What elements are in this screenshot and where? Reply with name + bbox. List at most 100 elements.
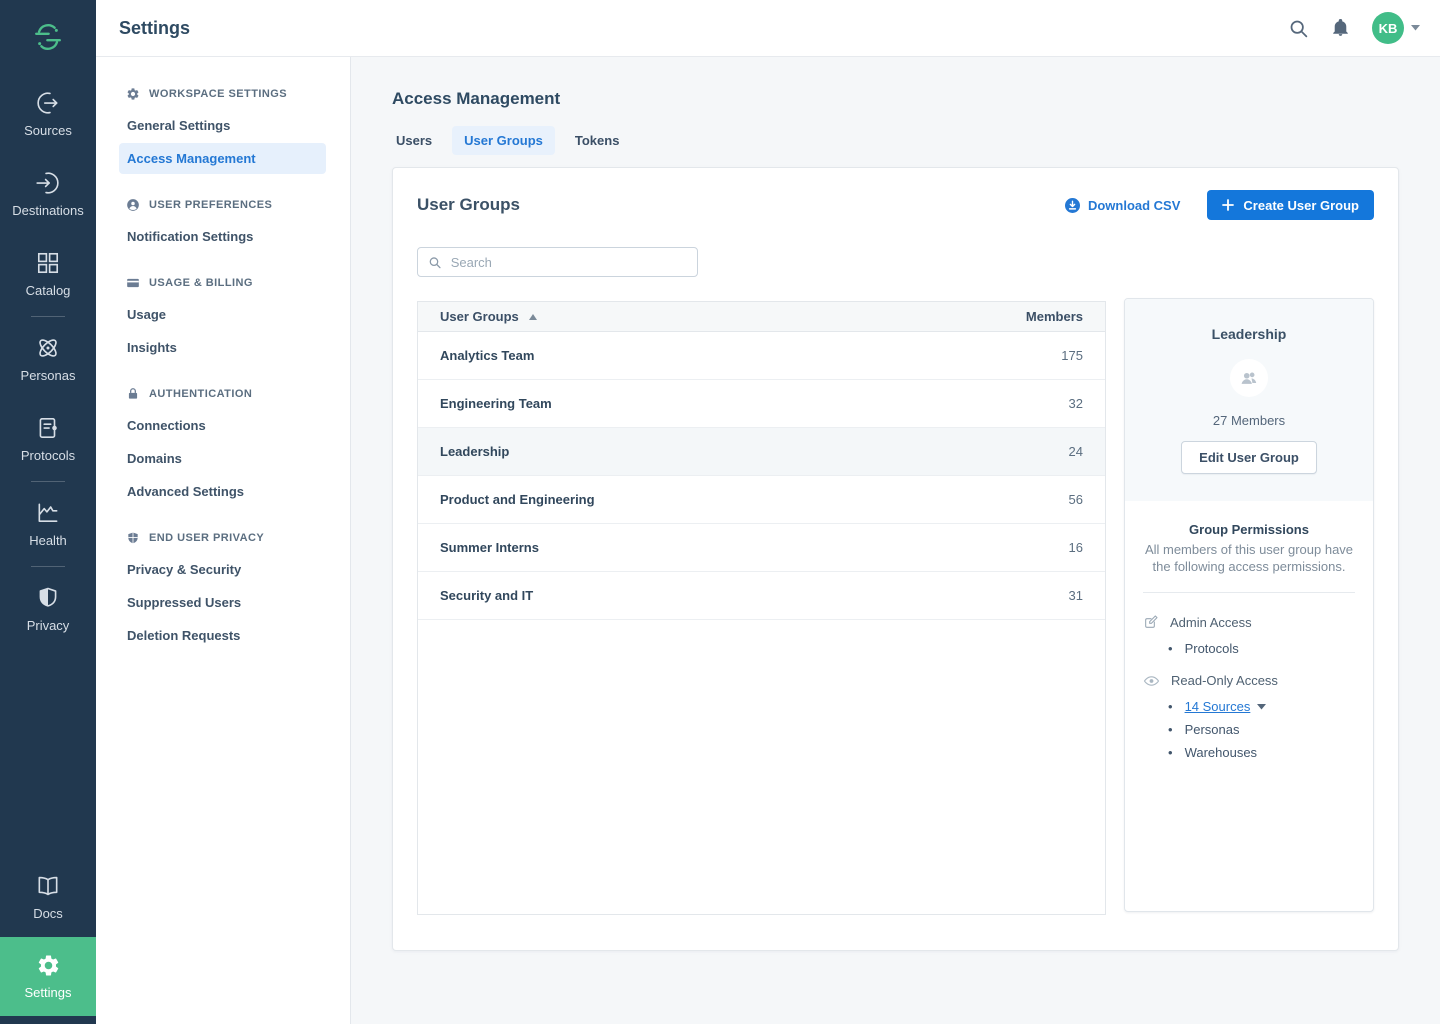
permissions-title: Group Permissions: [1143, 522, 1355, 537]
group-permissions: Group Permissions All members of this us…: [1125, 501, 1373, 798]
rail-item-docs[interactable]: Docs: [0, 857, 96, 937]
table-row[interactable]: Engineering Team 32: [418, 380, 1105, 428]
tab-user-groups[interactable]: User Groups: [452, 126, 555, 155]
nav-section-header: END USER PRIVACY: [96, 525, 350, 551]
edit-icon: [1143, 614, 1159, 630]
nav-section-header: USER PREFERENCES: [96, 192, 350, 218]
rail-divider: [31, 566, 65, 567]
eye-icon: [1143, 674, 1160, 688]
chevron-down-icon[interactable]: [1257, 704, 1266, 710]
search-input[interactable]: [451, 255, 687, 270]
rail-item-label: Health: [29, 533, 67, 548]
card-header: User Groups Download CSV Create User Gro…: [393, 168, 1398, 234]
group-people-icon: [1239, 369, 1259, 387]
chevron-down-icon: [1411, 25, 1420, 31]
bell-icon: [1331, 18, 1350, 38]
column-header-members[interactable]: Members: [1026, 309, 1083, 324]
tab-users[interactable]: Users: [384, 126, 444, 155]
user-groups-table: User Groups Members Analytics Team 175 E…: [417, 301, 1106, 915]
rail-spacer: [0, 1016, 96, 1024]
notifications-button[interactable]: [1331, 18, 1350, 38]
rail-item-catalog[interactable]: Catalog: [0, 234, 96, 314]
segment-logo[interactable]: [0, 0, 96, 74]
column-header-user-groups[interactable]: User Groups: [440, 309, 537, 324]
sidebar-item-usage[interactable]: Usage: [119, 299, 326, 330]
search-button[interactable]: [1288, 18, 1309, 39]
rail-item-label: Destinations: [12, 203, 84, 218]
page-header-title: Settings: [119, 18, 190, 39]
table-row[interactable]: Analytics Team 175: [418, 332, 1105, 380]
rail-bottom: Docs Settings: [0, 857, 96, 1024]
permission-item: Warehouses: [1168, 741, 1355, 764]
topbar: Settings KB: [96, 0, 1440, 57]
read-only-access-label: Read-Only Access: [1171, 673, 1278, 688]
permission-item: 14 Sources: [1168, 695, 1355, 718]
nav-section-authentication: AUTHENTICATION Connections Domains Advan…: [96, 381, 350, 507]
sidebar-item-suppressed-users[interactable]: Suppressed Users: [119, 587, 326, 618]
rail-item-label: Settings: [25, 985, 72, 1000]
create-user-group-button[interactable]: Create User Group: [1207, 190, 1374, 220]
table-row-selected[interactable]: Leadership 24: [418, 428, 1105, 476]
rail-item-privacy[interactable]: Privacy: [0, 569, 96, 649]
download-csv-button[interactable]: Download CSV: [1065, 198, 1180, 213]
rail-item-settings[interactable]: Settings: [0, 937, 96, 1016]
avatar: KB: [1372, 12, 1404, 44]
settings-gear-icon: [36, 953, 61, 978]
sidebar-item-domains[interactable]: Domains: [119, 443, 326, 474]
group-name-cell: Security and IT: [440, 588, 533, 603]
tab-tokens[interactable]: Tokens: [563, 126, 632, 155]
admin-access-header: Admin Access: [1143, 614, 1355, 630]
members-count-cell: 31: [1069, 588, 1083, 603]
rail-item-personas[interactable]: Personas: [0, 319, 96, 399]
group-detail-panel: Leadership 27 Members Edit User Group Gr…: [1124, 298, 1374, 912]
rail-item-label: Docs: [33, 906, 63, 921]
table-column: User Groups Members Analytics Team 175 E…: [417, 234, 1106, 915]
edit-user-group-button[interactable]: Edit User Group: [1181, 441, 1317, 474]
person-circle-icon: [126, 198, 140, 212]
sidebar-item-access-management[interactable]: Access Management: [119, 143, 326, 174]
user-menu[interactable]: KB: [1372, 12, 1420, 44]
settings-sidebar: WORKSPACE SETTINGS General Settings Acce…: [96, 57, 351, 1024]
sidebar-item-notification-settings[interactable]: Notification Settings: [119, 221, 326, 252]
rail-item-label: Protocols: [21, 448, 75, 463]
table-row[interactable]: Summer Interns 16: [418, 524, 1105, 572]
rail-divider: [31, 316, 65, 317]
gear-icon: [126, 87, 140, 101]
nav-section-title: AUTHENTICATION: [149, 388, 252, 400]
protocols-icon: [35, 415, 61, 441]
nav-section-title: USAGE & BILLING: [149, 277, 253, 289]
sources-expand-link[interactable]: 14 Sources: [1185, 699, 1251, 714]
members-count-cell: 175: [1061, 348, 1083, 363]
nav-section-end-user-privacy: END USER PRIVACY Privacy & Security Supp…: [96, 525, 350, 651]
privacy-shield-icon: [35, 585, 61, 611]
table-header-row: User Groups Members: [418, 302, 1105, 332]
table-row[interactable]: Product and Engineering 56: [418, 476, 1105, 524]
table-row[interactable]: Security and IT 31: [418, 572, 1105, 620]
card-header-actions: Download CSV Create User Group: [1065, 190, 1374, 220]
rail-item-label: Personas: [21, 368, 76, 383]
rail-divider: [31, 481, 65, 482]
rail-item-health[interactable]: Health: [0, 484, 96, 564]
tabs: Users User Groups Tokens: [384, 126, 1440, 155]
segment-logo-icon: [33, 22, 63, 52]
lock-icon: [126, 387, 140, 401]
nav-section-header: AUTHENTICATION: [96, 381, 350, 407]
search-icon: [428, 255, 442, 270]
members-count-cell: 16: [1069, 540, 1083, 555]
nav-section-workspace-settings: WORKSPACE SETTINGS General Settings Acce…: [96, 81, 350, 174]
rail-item-sources[interactable]: Sources: [0, 74, 96, 154]
credit-card-icon: [126, 276, 140, 290]
nav-section-title: WORKSPACE SETTINGS: [149, 88, 287, 100]
rail-item-protocols[interactable]: Protocols: [0, 399, 96, 479]
rail-item-destinations[interactable]: Destinations: [0, 154, 96, 234]
members-count-cell: 32: [1069, 396, 1083, 411]
sidebar-item-general-settings[interactable]: General Settings: [119, 110, 326, 141]
sidebar-item-insights[interactable]: Insights: [119, 332, 326, 363]
sidebar-item-privacy-security[interactable]: Privacy & Security: [119, 554, 326, 585]
card-title: User Groups: [417, 195, 520, 215]
sidebar-item-deletion-requests[interactable]: Deletion Requests: [119, 620, 326, 651]
members-count-cell: 56: [1069, 492, 1083, 507]
sidebar-item-connections[interactable]: Connections: [119, 410, 326, 441]
sidebar-item-advanced-settings[interactable]: Advanced Settings: [119, 476, 326, 507]
rail-item-label: Sources: [24, 123, 72, 138]
